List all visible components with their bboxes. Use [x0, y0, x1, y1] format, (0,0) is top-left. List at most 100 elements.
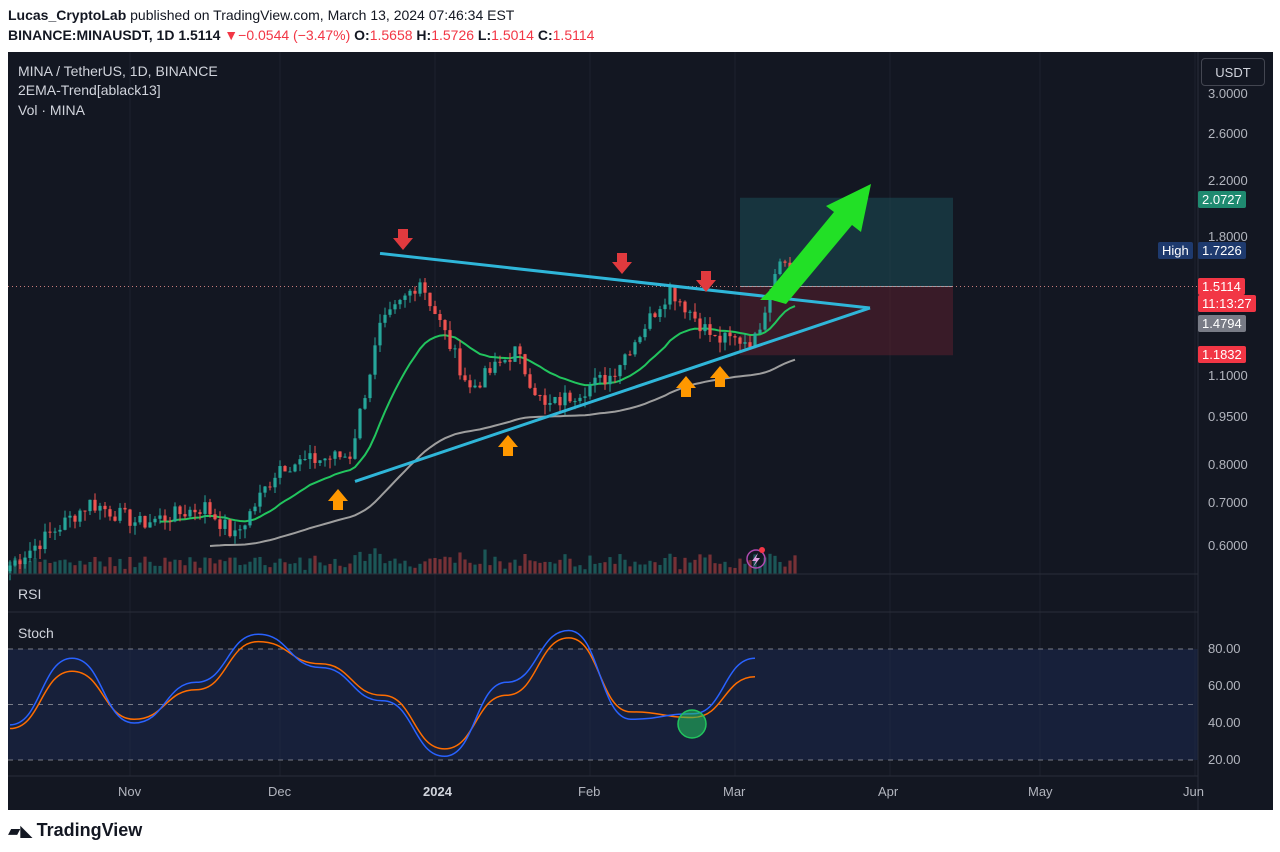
orange-up-arrow-icon[interactable] [498, 435, 518, 456]
footer: ▰◣ TradingView [0, 810, 1280, 852]
volume-bar [158, 565, 162, 574]
candle-body [38, 545, 42, 550]
volume-bar [553, 563, 557, 574]
volume-bar [233, 557, 237, 574]
candle-body [318, 460, 322, 463]
tradingview-logo[interactable]: ▰◣ TradingView [8, 820, 142, 841]
indicator-legend[interactable]: 2EMA-Trend[ablack13] [18, 82, 161, 98]
volume-bar [88, 562, 92, 574]
candle-body [723, 332, 727, 343]
candle-body [438, 314, 442, 321]
orange-up-arrow-icon[interactable] [710, 366, 730, 387]
volume-bar [168, 561, 172, 574]
stoch-pane-title[interactable]: Stoch [18, 625, 54, 641]
candle-body [283, 466, 287, 472]
candle-body [123, 507, 127, 510]
candle-body [758, 329, 762, 334]
volume-bar [153, 565, 157, 574]
candle-body [333, 451, 337, 459]
candle-body [118, 507, 122, 521]
currency-button[interactable]: USDT [1201, 58, 1265, 86]
volume-bar [743, 563, 747, 574]
candle-body [258, 492, 262, 507]
volume-bar [183, 565, 187, 574]
last-price-badge: 1.5114 [1198, 278, 1245, 295]
tv-logo-text: TradingView [36, 820, 143, 840]
volume-bar [778, 561, 782, 574]
volume-bar [693, 559, 697, 574]
volume-bar [663, 558, 667, 574]
volume-bar [673, 556, 677, 574]
volume-bar [643, 564, 647, 574]
volume-bar [678, 569, 682, 574]
candle-body [538, 395, 542, 397]
candle-body [713, 334, 717, 336]
volume-bar [728, 567, 732, 574]
candle-body [418, 282, 422, 294]
time-tick: Feb [578, 784, 601, 799]
volume-bar [53, 561, 57, 574]
candle-body [78, 510, 82, 522]
candle-body [593, 377, 597, 386]
volume-bar [513, 559, 517, 574]
volume-bar [638, 564, 642, 574]
price-tick: 0.7000 [1208, 494, 1248, 510]
volume-legend[interactable]: Vol · MINA [18, 102, 85, 118]
ascending-trendline[interactable] [354, 306, 871, 483]
red-down-arrow-icon[interactable] [393, 229, 413, 250]
rsi-pane-title[interactable]: RSI [18, 586, 41, 602]
price-chart-svg[interactable] [0, 0, 1280, 852]
candle-body [343, 456, 347, 458]
volume-bar [583, 569, 587, 574]
volume-bar [248, 561, 252, 574]
volume-bar [773, 555, 777, 574]
candle-body [18, 560, 22, 565]
orange-up-arrow-icon[interactable] [676, 376, 696, 397]
candle-body [233, 530, 237, 537]
volume-bar [178, 560, 182, 574]
volume-bar [668, 553, 672, 574]
orange-up-arrow-icon[interactable] [328, 489, 348, 510]
candle-body [428, 292, 432, 307]
candle-body [193, 509, 197, 513]
volume-bar [33, 558, 37, 574]
volume-bar [433, 557, 437, 574]
stoch-tick: 20.00 [1208, 752, 1241, 767]
candle-body [463, 375, 467, 381]
candle-body [458, 348, 462, 376]
candle-body [503, 360, 507, 363]
candle-body [698, 318, 702, 332]
time-tick: Mar [723, 784, 746, 799]
candle-body [108, 509, 112, 517]
chart-title[interactable]: MINA / TetherUS, 1D, BINANCE [18, 63, 218, 79]
volume-bar [423, 561, 427, 574]
volume-bar [333, 558, 337, 574]
volume-bar [283, 562, 287, 574]
candle-body [188, 509, 192, 517]
tv-logo-icon: ▰◣ [8, 823, 33, 840]
volume-bar [148, 561, 152, 574]
volume-bar [648, 560, 652, 574]
volume-bar [593, 563, 597, 574]
volume-bar [708, 554, 712, 574]
candle-body [533, 387, 537, 396]
volume-bar [188, 557, 192, 574]
volume-bar [173, 559, 177, 574]
volume-bar [308, 558, 312, 574]
price-tick: 0.9500 [1208, 408, 1248, 424]
candle-body [293, 464, 297, 472]
candle-body [658, 309, 662, 317]
red-down-arrow-icon[interactable] [612, 253, 632, 274]
candle-body [573, 401, 577, 403]
candle-body [353, 438, 357, 459]
volume-bar [143, 556, 147, 574]
volume-bar [388, 560, 392, 574]
candle-body [603, 374, 607, 385]
volume-bar [218, 559, 222, 574]
time-tick: 2024 [423, 784, 452, 799]
candle-body [468, 380, 472, 388]
volume-bar [268, 567, 272, 574]
candle-body [163, 515, 167, 521]
candle-body [643, 328, 647, 338]
volume-bar [533, 561, 537, 574]
